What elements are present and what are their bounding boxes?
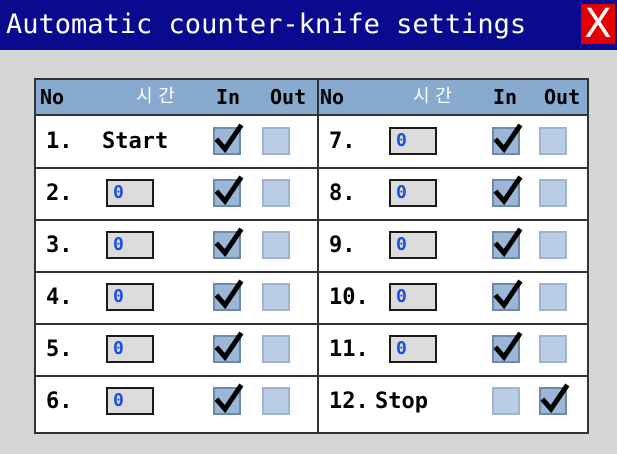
in-checkbox[interactable] <box>213 227 244 259</box>
table-row: 9. 0 <box>319 219 587 272</box>
table-row: 10. 0 <box>319 271 587 324</box>
time-input[interactable]: 0 <box>389 283 437 311</box>
row-number: 9. <box>329 233 356 258</box>
settings-table: No 시 간 In Out No 시 간 In Out 1. Start 2. 0 3.… <box>34 78 589 434</box>
in-checkbox[interactable] <box>492 279 523 311</box>
table-row: 5. 0 <box>36 323 317 376</box>
header-out-right: Out <box>544 85 581 109</box>
start-label: Start <box>102 129 169 154</box>
in-checkbox[interactable] <box>492 387 520 415</box>
table-row: 4. 0 <box>36 271 317 324</box>
header-time-left: 시 간 <box>136 86 175 107</box>
table-row: 1. Start <box>36 116 317 168</box>
time-input[interactable]: 0 <box>106 283 154 311</box>
time-input[interactable]: 0 <box>106 179 154 207</box>
header-time-right: 시 간 <box>413 86 452 107</box>
row-number: 4. <box>46 285 73 310</box>
out-checkbox[interactable] <box>262 179 290 207</box>
table-row: 3. 0 <box>36 219 317 272</box>
table-row: 11. 0 <box>319 323 587 376</box>
row-separator <box>36 167 317 169</box>
header-in-left: In <box>216 85 241 109</box>
row-number: 7. <box>329 129 356 154</box>
out-checkbox[interactable] <box>539 283 567 311</box>
out-checkbox[interactable] <box>262 335 290 363</box>
out-checkbox[interactable] <box>539 383 570 415</box>
out-checkbox[interactable] <box>262 127 290 155</box>
in-checkbox[interactable] <box>492 123 523 155</box>
row-number: 2. <box>46 181 73 206</box>
out-checkbox[interactable] <box>539 335 567 363</box>
time-input[interactable]: 0 <box>106 387 154 415</box>
table-row: 8. 0 <box>319 167 587 220</box>
table-header: No 시 간 In Out No 시 간 In Out <box>36 80 587 116</box>
row-separator <box>319 167 587 169</box>
in-checkbox[interactable] <box>213 279 244 311</box>
in-checkbox[interactable] <box>492 227 523 259</box>
out-checkbox[interactable] <box>262 387 290 415</box>
row-number: 6. <box>46 389 73 414</box>
row-number: 5. <box>46 337 73 362</box>
time-input[interactable]: 0 <box>106 231 154 259</box>
row-number: 8. <box>329 181 356 206</box>
out-checkbox[interactable] <box>539 127 567 155</box>
title-bar: Automatic counter-knife settings X <box>0 0 617 50</box>
in-checkbox[interactable] <box>213 123 244 155</box>
out-checkbox[interactable] <box>262 231 290 259</box>
row-separator <box>36 271 317 273</box>
time-input[interactable]: 0 <box>389 127 437 155</box>
time-input[interactable]: 0 <box>389 179 437 207</box>
header-in-right: In <box>493 85 518 109</box>
row-separator <box>36 219 317 221</box>
header-out-left: Out <box>270 85 307 109</box>
out-checkbox[interactable] <box>262 283 290 311</box>
stop-label: Stop <box>375 389 428 414</box>
row-number: 12. <box>329 389 369 414</box>
header-no-left: No <box>40 85 65 109</box>
in-checkbox[interactable] <box>492 331 523 363</box>
row-separator <box>319 219 587 221</box>
in-checkbox[interactable] <box>492 175 523 207</box>
time-input[interactable]: 0 <box>389 231 437 259</box>
row-separator <box>36 323 317 325</box>
header-no-right: No <box>320 85 345 109</box>
row-separator <box>36 375 317 377</box>
time-input[interactable]: 0 <box>389 335 437 363</box>
in-checkbox[interactable] <box>213 331 244 363</box>
row-number: 11. <box>329 337 369 362</box>
out-checkbox[interactable] <box>539 231 567 259</box>
time-input[interactable]: 0 <box>106 335 154 363</box>
in-checkbox[interactable] <box>213 383 244 415</box>
window-title: Automatic counter-knife settings <box>6 9 527 40</box>
row-number: 3. <box>46 233 73 258</box>
table-row: 7. 0 <box>319 116 587 168</box>
table-row: 6. 0 <box>36 375 317 428</box>
row-number: 1. <box>46 129 73 154</box>
out-checkbox[interactable] <box>539 179 567 207</box>
table-row: 12. Stop <box>319 375 587 428</box>
in-checkbox[interactable] <box>213 175 244 207</box>
close-button[interactable]: X <box>581 4 615 44</box>
table-row: 2. 0 <box>36 167 317 220</box>
row-number: 10. <box>329 285 369 310</box>
